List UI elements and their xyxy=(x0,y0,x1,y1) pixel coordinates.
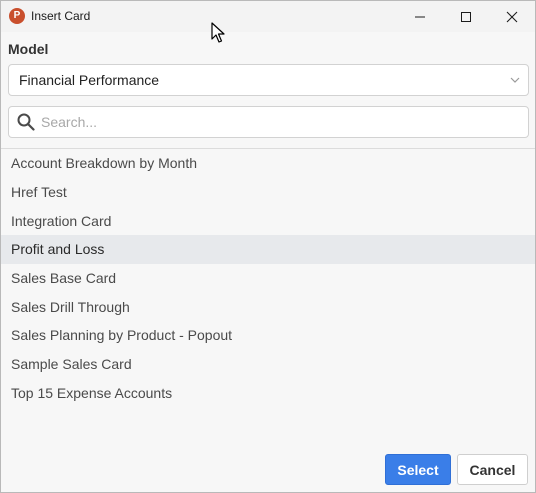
search-box[interactable] xyxy=(8,106,529,138)
powerpoint-app-icon: P xyxy=(9,8,27,24)
select-button[interactable]: Select xyxy=(385,454,451,485)
list-item[interactable]: Sales Base Card xyxy=(1,264,535,293)
chevron-down-icon xyxy=(510,77,520,83)
model-dropdown[interactable]: Financial Performance xyxy=(8,64,529,96)
model-label: Model xyxy=(8,41,49,57)
list-item[interactable]: Top 15 Expense Accounts xyxy=(1,379,535,408)
list-item[interactable]: Sales Planning by Product - Popout xyxy=(1,321,535,350)
list-item[interactable]: Sample Sales Card xyxy=(1,350,535,379)
mouse-cursor-icon xyxy=(211,22,225,43)
maximize-icon xyxy=(461,11,471,22)
list-item[interactable]: Sales Drill Through xyxy=(1,293,535,322)
close-button[interactable] xyxy=(489,1,535,32)
insert-card-dialog: P Insert Card Model Financial Performanc… xyxy=(0,0,536,493)
list-item-selected[interactable]: Profit and Loss xyxy=(1,235,535,264)
list-item[interactable]: Account Breakdown by Month xyxy=(1,149,535,178)
card-list: Account Breakdown by Month Href Test Int… xyxy=(1,148,535,448)
maximize-button[interactable] xyxy=(443,1,489,32)
dialog-footer: Select Cancel xyxy=(1,447,535,492)
list-item[interactable]: Href Test xyxy=(1,178,535,207)
title-bar[interactable]: P Insert Card xyxy=(1,1,535,43)
cancel-button[interactable]: Cancel xyxy=(457,454,528,485)
window-title: Insert Card xyxy=(31,9,91,23)
search-input[interactable] xyxy=(41,112,511,132)
list-item[interactable]: Integration Card xyxy=(1,207,535,236)
model-dropdown-value: Financial Performance xyxy=(19,72,160,88)
minimize-icon xyxy=(415,16,425,17)
minimize-button[interactable] xyxy=(397,1,443,32)
close-icon xyxy=(506,11,518,22)
search-icon xyxy=(17,113,35,131)
